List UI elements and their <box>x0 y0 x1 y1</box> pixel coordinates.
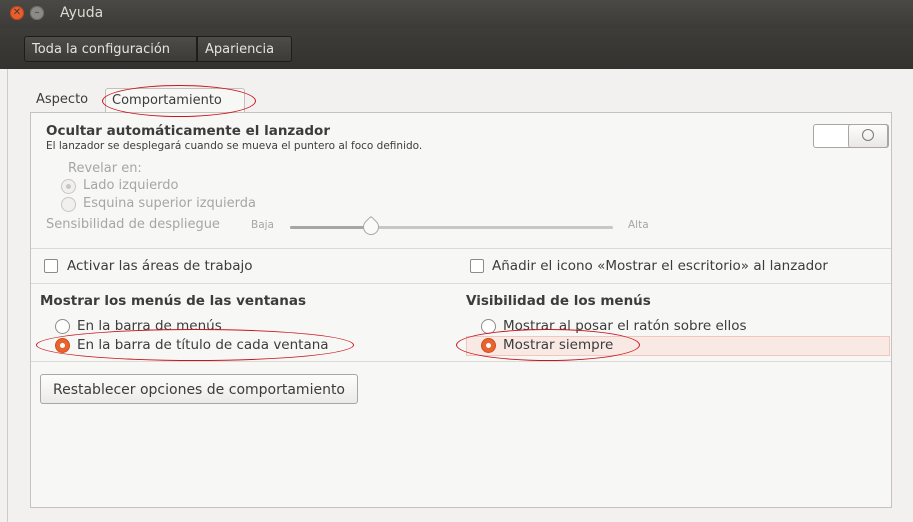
divider <box>31 248 891 249</box>
sensitivity-label: Sensibilidad de despliegue <box>46 217 220 232</box>
sensitivity-high-label: Alta <box>628 219 649 231</box>
workspaces-checkbox[interactable] <box>44 259 58 273</box>
behavior-panel <box>30 112 892 508</box>
reveal-left-radio[interactable] <box>61 179 76 194</box>
tab-aspect[interactable]: Aspecto <box>30 88 104 112</box>
autohide-switch[interactable] <box>813 124 889 148</box>
menus-titlebar-radio[interactable] <box>55 338 70 353</box>
visibility-hover-label: Mostrar al posar el ratón sobre ellos <box>503 318 747 334</box>
menus-titlebar-label: En la barra de título de cada ventana <box>77 337 329 353</box>
sensitivity-slider-fill <box>290 226 371 229</box>
show-desktop-label: Añadir el icono «Mostrar el escritorio» … <box>492 258 828 274</box>
menus-heading: Mostrar los menús de las ventanas <box>40 293 307 309</box>
switch-knob <box>848 124 888 148</box>
menus-menubar-radio[interactable] <box>55 319 70 334</box>
window-title: Ayuda <box>60 5 104 21</box>
all-settings-button[interactable]: Toda la configuración <box>24 36 197 62</box>
visibility-hover-radio[interactable] <box>481 319 496 334</box>
reset-behavior-button[interactable]: Restablecer opciones de comportamiento <box>40 374 358 404</box>
tab-behavior[interactable]: Comportamiento <box>105 88 245 112</box>
autohide-title: Ocultar automáticamente el lanzador <box>46 123 330 139</box>
reveal-top-left-label: Esquina superior izquierda <box>83 196 256 211</box>
switch-off-icon <box>862 129 874 141</box>
visibility-heading: Visibilidad de los menús <box>466 293 651 309</box>
reveal-left-label: Lado izquierdo <box>83 178 179 193</box>
visibility-always-label: Mostrar siempre <box>503 337 614 353</box>
autohide-description: El lanzador se desplegará cuando se muev… <box>46 140 423 152</box>
title-bar: ✕ – Ayuda <box>0 0 913 28</box>
reveal-top-left-radio[interactable] <box>61 197 76 212</box>
minimize-window-button[interactable]: – <box>30 6 44 20</box>
minimize-icon: – <box>34 7 40 18</box>
reveal-label: Revelar en: <box>68 161 142 176</box>
close-icon: ✕ <box>12 7 22 18</box>
sensitivity-low-label: Baja <box>251 219 274 231</box>
visibility-always-radio[interactable] <box>481 338 496 353</box>
workspaces-label: Activar las áreas de trabajo <box>67 258 253 274</box>
divider <box>31 283 891 284</box>
show-desktop-checkbox[interactable] <box>470 259 484 273</box>
window-left-edge <box>0 69 8 522</box>
toolbar: Toda la configuración Apariencia <box>0 28 913 69</box>
menus-menubar-label: En la barra de menús <box>77 318 222 334</box>
appearance-button[interactable]: Apariencia <box>197 36 292 62</box>
divider <box>31 361 891 362</box>
close-window-button[interactable]: ✕ <box>10 6 24 20</box>
